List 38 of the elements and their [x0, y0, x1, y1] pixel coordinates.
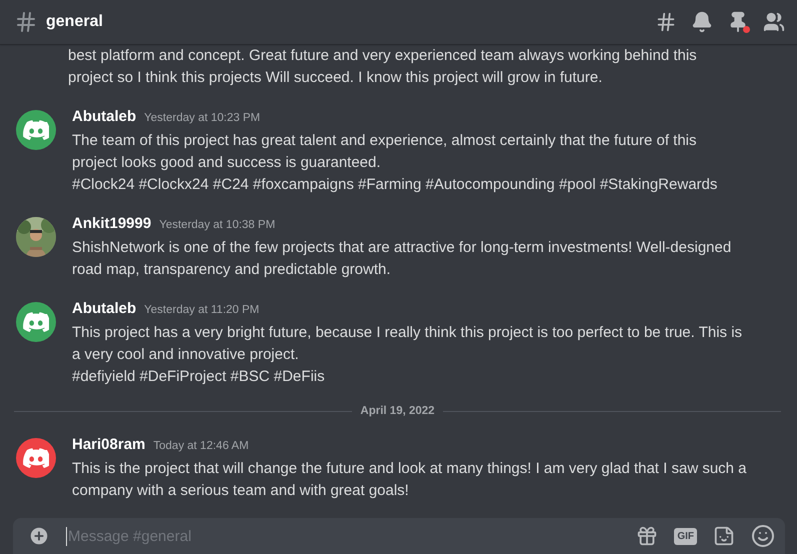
gif-button[interactable]: GIF: [674, 528, 697, 544]
message-text: company with a serious team and with great goals!: [72, 481, 409, 501]
channel-hash-icon: [14, 10, 38, 34]
author-name[interactable]: Ankit19999: [72, 215, 152, 232]
add-icon[interactable]: [28, 525, 50, 547]
message-text: This is the project that will change the future and look at many things! I am very glad that I saw such a: [72, 459, 747, 479]
discord-logo-icon: [23, 312, 49, 332]
user-avatar[interactable]: [16, 217, 56, 257]
message-text: road map, transparency and predictable growth.: [72, 260, 391, 280]
timestamp: Yesterday at 11:20 PM: [144, 304, 260, 316]
user-avatar[interactable]: [16, 302, 56, 342]
message-text: ShishNetwork is one of the few projects that are attractive for long-term investments! Well-designed: [72, 238, 732, 258]
threads-icon[interactable]: [655, 11, 677, 33]
channel-name: general: [46, 13, 103, 31]
bell-icon[interactable]: [691, 11, 713, 33]
message-text: #Clock24 #Clockx24 #C24 #foxcampaigns #Farming #Autocompounding #pool #StakingRewards: [72, 175, 718, 195]
sticker-icon[interactable]: [713, 525, 735, 547]
user-avatar[interactable]: [16, 110, 56, 150]
author-name[interactable]: Abutaleb: [72, 108, 136, 125]
timestamp: Yesterday at 10:38 PM: [159, 219, 276, 231]
message-text: This project has a very bright future, because I really think this project is too perfect to be true. This is: [72, 323, 742, 343]
discord-logo-icon: [23, 120, 49, 140]
message-text: #defiyield #DeFiProject #BSC #DeFiis: [72, 367, 325, 387]
message-text: The team of this project has great talent and experience, almost certainly that the future of this: [72, 131, 697, 151]
user-avatar[interactable]: [16, 438, 56, 478]
message-text: a very cool and innovative project.: [72, 345, 299, 365]
date-divider: April 19, 2022: [360, 405, 435, 417]
author-name[interactable]: Hari08ram: [72, 436, 146, 453]
timestamp: Today at 12:46 AM: [153, 440, 249, 452]
message-text: best platform and concept. Great future and very experienced team always working behind this: [68, 46, 697, 66]
discord-logo-icon: [23, 448, 49, 468]
message-text: project so I think this projects Will succeed. I know this project will grow in future.: [68, 68, 602, 88]
author-name[interactable]: Abutaleb: [72, 300, 136, 317]
timestamp: Yesterday at 10:23 PM: [144, 112, 260, 124]
members-icon[interactable]: [763, 11, 785, 33]
gift-icon[interactable]: [636, 525, 658, 547]
emoji-icon[interactable]: [751, 524, 775, 548]
message-text: project looks good and success is guaranteed.: [72, 153, 381, 173]
